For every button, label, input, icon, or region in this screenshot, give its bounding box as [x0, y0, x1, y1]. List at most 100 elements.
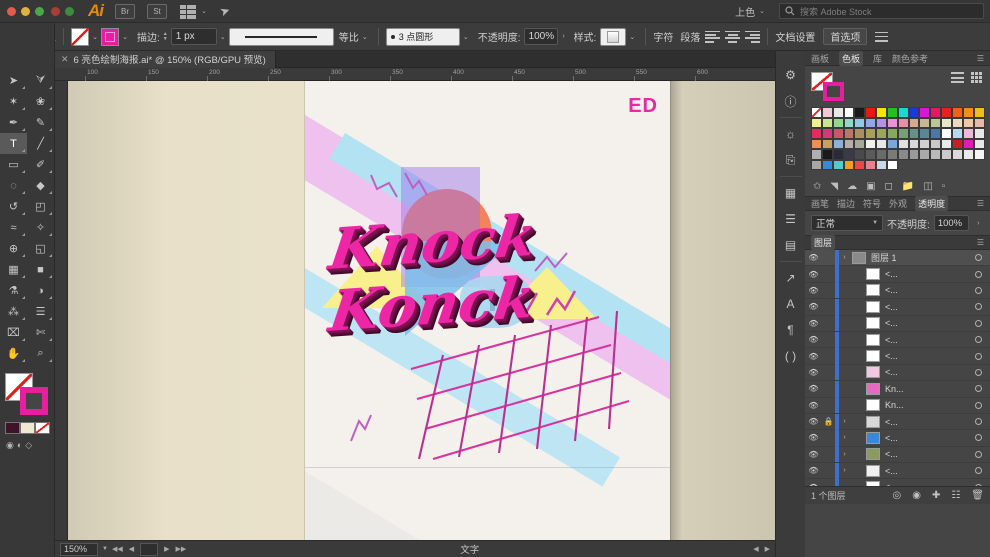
- eye-icon[interactable]: 👁: [805, 417, 822, 426]
- line-segment-tool[interactable]: ╱: [27, 133, 54, 154]
- layer-row[interactable]: 👁 <...: [805, 479, 990, 486]
- stroke-color-swatch[interactable]: [101, 27, 119, 46]
- type-tool[interactable]: T: [0, 133, 27, 154]
- expand-chevron-icon[interactable]: ›: [839, 434, 850, 441]
- swatch-27[interactable]: [930, 117, 942, 128]
- transform-icon[interactable]: ↗: [776, 265, 806, 291]
- swatch-84[interactable]: [854, 159, 866, 170]
- eye-icon[interactable]: 👁: [805, 466, 822, 475]
- swatch-74[interactable]: [919, 149, 931, 160]
- swatch-59[interactable]: [930, 138, 942, 149]
- hand-tool[interactable]: ✋: [0, 343, 27, 364]
- layer-row[interactable]: 👁 Kn...: [805, 397, 990, 414]
- fill-chevron-down-icon[interactable]: ⌄: [89, 33, 101, 41]
- mesh-tool[interactable]: ▦: [0, 259, 27, 280]
- swatch-48[interactable]: [811, 138, 822, 149]
- swatch-30[interactable]: [962, 117, 974, 128]
- stroke-chevron-down-icon[interactable]: ⌄: [119, 33, 131, 41]
- target-indicator[interactable]: [975, 270, 982, 278]
- target-indicator[interactable]: [975, 450, 982, 458]
- swatch-60[interactable]: [941, 138, 952, 149]
- swatch-78[interactable]: [962, 149, 974, 160]
- stroke-icon[interactable]: ◥: [830, 181, 838, 192]
- make-mask-icon[interactable]: ◉: [912, 490, 921, 501]
- eye-icon[interactable]: 👁: [805, 253, 822, 262]
- stroke-profile-selector[interactable]: [228, 27, 334, 46]
- status-right-controls[interactable]: ◀ ▶: [753, 545, 770, 553]
- swatch-32[interactable]: [811, 128, 822, 139]
- layer-row[interactable]: 👁 › <...: [805, 430, 990, 447]
- expand-chevron-icon[interactable]: ›: [839, 254, 850, 261]
- close-icon[interactable]: ✕: [61, 54, 69, 65]
- swatch-72[interactable]: [897, 149, 909, 160]
- zoom-chevron-down-icon[interactable]: ▼: [102, 546, 108, 552]
- stroke-weight-chevron-down-icon[interactable]: ⌄: [217, 33, 229, 41]
- swatch-82[interactable]: [832, 159, 844, 170]
- chevron-down-icon[interactable]: ⌄: [201, 7, 207, 15]
- tab-color-guide[interactable]: 颜色参考: [892, 52, 928, 65]
- swatch-39[interactable]: [886, 128, 898, 139]
- swatch-69[interactable]: [865, 149, 877, 160]
- swatch-44[interactable]: [941, 128, 952, 139]
- normal-screen-mode-icon[interactable]: ◉: [6, 440, 14, 451]
- layer-name[interactable]: <...: [885, 269, 898, 279]
- perspective-grid-tool[interactable]: ◱: [27, 238, 54, 259]
- toolbar-stroke-swatch[interactable]: [20, 387, 48, 415]
- rectangle-tool[interactable]: ▭: [0, 154, 27, 175]
- swatch-42[interactable]: [919, 128, 931, 139]
- vertical-ruler[interactable]: [55, 81, 68, 540]
- layer-row[interactable]: 👁 <...: [805, 331, 990, 349]
- swatch-13[interactable]: [951, 107, 963, 118]
- layer-row[interactable]: 👁 <...: [805, 266, 990, 283]
- new-layer-icon[interactable]: ☷: [951, 490, 960, 501]
- none-mode-icon[interactable]: ◇: [25, 440, 32, 451]
- swatch-54[interactable]: [876, 138, 887, 149]
- swatch-65[interactable]: [821, 149, 833, 160]
- document-tab[interactable]: ✕ 6 亮色绘制海报.ai* @ 150% (RGB/GPU 预览): [55, 50, 276, 68]
- swatch-83[interactable]: [843, 159, 855, 170]
- stock-icon[interactable]: St: [147, 3, 167, 19]
- swatch-3[interactable]: [843, 107, 855, 118]
- swatch-61[interactable]: [951, 138, 963, 149]
- eye-icon[interactable]: 👁: [805, 302, 822, 311]
- page-nav-controls[interactable]: ◀◀ ◀ ▶ ▶▶: [112, 542, 187, 556]
- folder-icon[interactable]: 📁: [902, 181, 914, 192]
- target-indicator[interactable]: [975, 319, 982, 327]
- extra-control-2[interactable]: [65, 6, 74, 16]
- eyedropper-tool[interactable]: ⚗: [0, 280, 27, 301]
- symbols-icon[interactable]: ◻: [885, 181, 893, 192]
- last-page-icon[interactable]: ▶▶: [176, 545, 187, 553]
- direct-selection-tool[interactable]: ⮛: [27, 70, 54, 91]
- swatch-17[interactable]: [821, 117, 833, 128]
- layers-mini-icon[interactable]: ◫: [923, 181, 932, 192]
- swatch-25[interactable]: [908, 117, 920, 128]
- locate-object-icon[interactable]: ◎: [892, 490, 901, 501]
- gradient-mode-icon[interactable]: ◐: [17, 440, 22, 451]
- swatch-87[interactable]: [886, 159, 898, 170]
- swatch-23[interactable]: [886, 117, 898, 128]
- swatch-71[interactable]: [886, 149, 898, 160]
- eye-icon[interactable]: 👁: [805, 335, 822, 344]
- swatch-58[interactable]: [919, 138, 931, 149]
- layer-row[interactable]: 👁 › <...: [805, 446, 990, 464]
- prev-arrow-icon[interactable]: ◀: [753, 545, 758, 553]
- swatch-18[interactable]: [832, 117, 844, 128]
- blend-mode-select[interactable]: 正常 ▼: [811, 215, 884, 231]
- swatch-56[interactable]: [897, 138, 909, 149]
- swatch-26[interactable]: [919, 117, 931, 128]
- curvature-tool[interactable]: ✎: [27, 112, 54, 133]
- swatch-1[interactable]: [821, 107, 833, 118]
- opacity-input[interactable]: 100%: [523, 28, 558, 45]
- tab-symbols[interactable]: 符号: [863, 197, 881, 210]
- swatch-28[interactable]: [941, 117, 952, 128]
- swatch-70[interactable]: [876, 149, 887, 160]
- stock-search-input[interactable]: 搜索 Adobe Stock: [779, 3, 984, 19]
- layer-name[interactable]: Kn...: [885, 400, 904, 410]
- swatch-62[interactable]: [962, 138, 974, 149]
- swatch-43[interactable]: [930, 128, 942, 139]
- swatch-16[interactable]: [811, 117, 822, 128]
- control-bar-menu-icon[interactable]: [875, 31, 889, 42]
- pathfinder-icon[interactable]: ▤: [776, 232, 806, 258]
- align-icon[interactable]: ☰: [776, 206, 806, 232]
- minimize-window-button[interactable]: [21, 6, 30, 16]
